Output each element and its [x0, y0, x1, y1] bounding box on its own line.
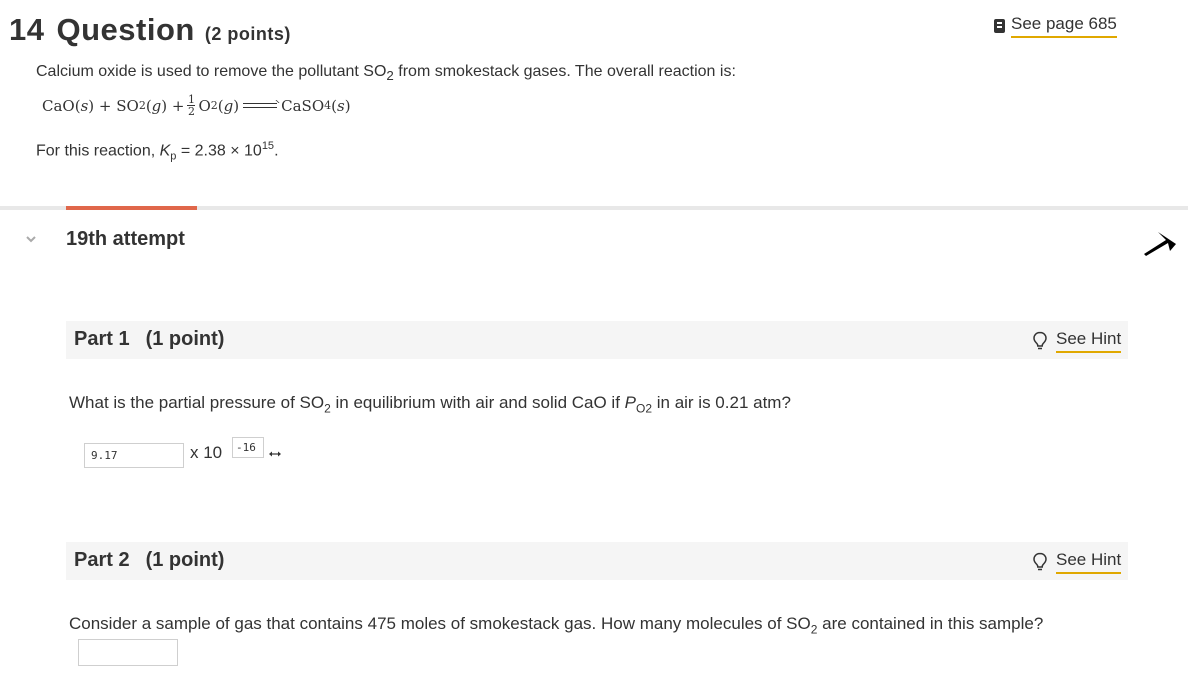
mantissa-input[interactable] — [84, 443, 184, 468]
resize-arrows-icon[interactable] — [269, 450, 281, 458]
times-ten-label: x 10 — [190, 443, 223, 462]
part1-q-text: in air is 0.21 atm? — [652, 393, 791, 412]
stem-text-cont: from smokestack gases. The overall react… — [393, 63, 736, 80]
eq-sub: 2 — [138, 99, 146, 112]
eq-frac-num: 1 — [187, 93, 195, 106]
attempt-label[interactable]: 19th attempt — [66, 228, 185, 251]
eq-text: ) — [233, 96, 240, 115]
see-page-link[interactable]: See page 685 — [994, 14, 1117, 38]
eq-caso4: CaSO — [281, 96, 325, 115]
part1-q-text: in equilibrium with air and solid CaO if — [330, 393, 625, 412]
question-stem: Calcium oxide is used to remove the poll… — [36, 63, 736, 83]
kp-period: . — [274, 142, 279, 160]
eq-state: g — [223, 96, 234, 115]
equilibrium-arrow-icon — [243, 99, 280, 111]
part2-title-text: Part 2 — [74, 549, 130, 571]
question-header: 14 Question (2 points) — [9, 12, 291, 48]
kp-statement: For this reaction, Kp = 2.38 × 1015. — [36, 140, 279, 163]
part2-header-bar — [66, 542, 1128, 580]
eq-fraction: 12 — [187, 93, 196, 118]
part2-points: (1 point) — [145, 549, 225, 571]
exponent-input[interactable] — [232, 437, 264, 458]
part2-see-hint-link[interactable]: See Hint — [1032, 550, 1122, 574]
eq-sub: 4 — [324, 99, 332, 112]
attempt-tab-indicator — [66, 206, 197, 210]
part1-question: What is the partial pressure of SO2 in e… — [69, 393, 791, 415]
chevron-down-icon[interactable] — [26, 234, 36, 244]
part1-hint-label: See Hint — [1056, 329, 1122, 353]
part2-q-text: are contained in this sample? — [817, 614, 1044, 633]
part1-see-hint-link[interactable]: See Hint — [1032, 329, 1122, 353]
part1-q-sub: O2 — [636, 401, 653, 416]
part1-points: (1 point) — [145, 328, 225, 350]
eq-text: ) + — [161, 96, 185, 115]
question-word: Question — [56, 12, 195, 47]
eq-text: ) + SO — [88, 96, 139, 115]
eq-frac-den: 2 — [187, 105, 195, 118]
question-points: (2 points) — [204, 24, 291, 44]
part1-header-bar — [66, 321, 1128, 359]
part1-q-text: What is the partial pressure of SO — [69, 393, 325, 412]
stem-subscript: 2 — [386, 68, 394, 84]
lightbulb-icon — [1033, 331, 1047, 350]
part1-title-text: Part 1 — [74, 328, 130, 350]
reaction-equation: CaO(s) + SO 2(g) + 12 O 2(g) CaSO 4(s) — [42, 94, 351, 117]
part2-q-text: Consider a sample of gas that contains 4… — [69, 614, 811, 633]
pin-icon[interactable] — [1140, 226, 1178, 258]
part2-title: Part 2 (1 point) — [74, 549, 224, 572]
eq-state: s — [80, 96, 89, 115]
kp-symbol: K — [159, 142, 171, 160]
eq-state: g — [151, 96, 162, 115]
eq-o2: O — [198, 96, 211, 115]
part1-title: Part 1 (1 point) — [74, 328, 224, 351]
part2-hint-label: See Hint — [1056, 550, 1122, 574]
part1-q-symbol: P — [624, 393, 636, 412]
lightbulb-icon — [1033, 552, 1047, 571]
part1-q-sub: 2 — [324, 401, 331, 416]
eq-sub: 2 — [210, 99, 218, 112]
kp-exponent: 15 — [261, 140, 275, 152]
part2-answer-input[interactable] — [78, 639, 178, 666]
book-icon — [994, 19, 1005, 33]
kp-text: For this reaction, — [36, 142, 160, 160]
eq-text: ) — [344, 96, 351, 115]
question-number: 14 — [9, 12, 45, 47]
eq-state: s — [336, 96, 345, 115]
see-page-label: See page 685 — [1011, 14, 1117, 38]
part2-question: Consider a sample of gas that contains 4… — [69, 614, 1043, 636]
stem-text: Calcium oxide is used to remove the poll… — [36, 63, 387, 80]
kp-value: = 2.38 × 10 — [176, 142, 262, 160]
eq-cao: CaO( — [42, 96, 81, 115]
